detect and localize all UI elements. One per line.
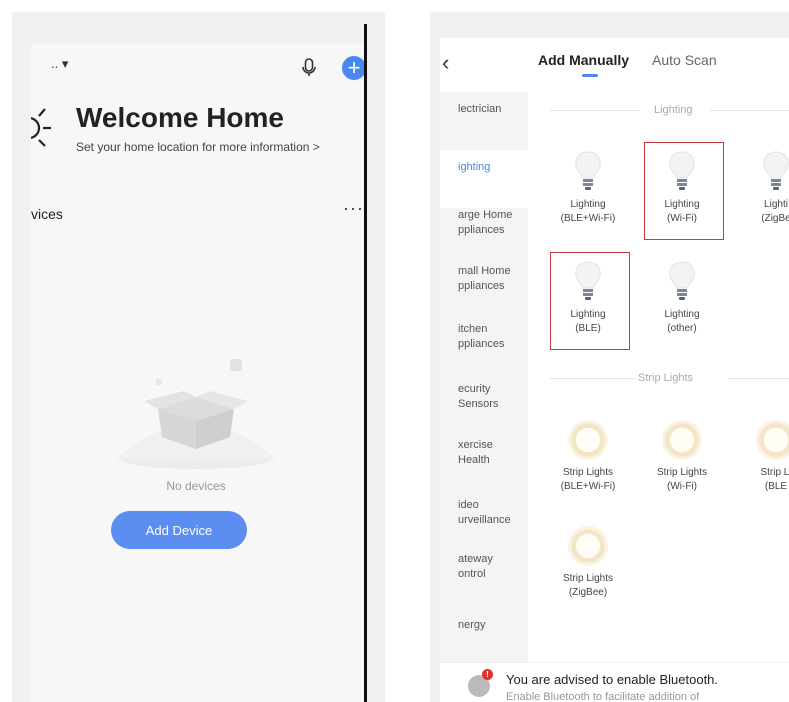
- microphone-icon[interactable]: [302, 58, 316, 78]
- device-type-lighting[interactable]: Lighting (BLE+Wi-Fi): [552, 150, 624, 226]
- section-title-lighting: Lighting: [654, 104, 693, 116]
- bluetooth-notice[interactable]: ! You are advised to enable Bluetooth. E…: [440, 662, 789, 702]
- tab-auto-scan[interactable]: Auto Scan: [652, 52, 717, 68]
- category-item[interactable]: lectrician: [458, 102, 528, 117]
- add-device-button[interactable]: Add Device: [111, 511, 247, 549]
- device-type-label: Lighting (BLE+Wi-Fi): [560, 199, 616, 224]
- light-bulb-icon: [669, 261, 695, 300]
- empty-box-illustration: [116, 359, 276, 469]
- strip-light-icon: [756, 420, 789, 460]
- home-location-link[interactable]: Set your home location for more informat…: [76, 140, 320, 154]
- more-options-icon[interactable]: ···: [343, 198, 364, 219]
- category-item[interactable]: arge Home ppliances: [458, 208, 528, 238]
- empty-state-text: No devices: [166, 479, 226, 493]
- device-type-strip-light[interactable]: Strip Li (BLE: [740, 420, 789, 494]
- add-plus-button[interactable]: +: [342, 56, 364, 80]
- strip-light-icon: [568, 526, 608, 566]
- sun-icon: [31, 104, 51, 147]
- category-item[interactable]: mall Home ppliances: [458, 264, 528, 294]
- bluetooth-notice-subtitle: Enable Bluetooth to facilitate addition …: [506, 691, 700, 702]
- page-title: Welcome Home: [76, 102, 284, 133]
- right-screenshot-panel: ‹ Add Manually Auto Scan lectrician ighti…: [430, 12, 789, 702]
- category-item[interactable]: nergy: [458, 618, 528, 633]
- category-item[interactable]: ateway ontrol: [458, 552, 528, 582]
- highlight-box: [550, 252, 630, 350]
- home-screen: .. ▾ + Welcome Home Set your home locati…: [31, 44, 364, 702]
- category-item[interactable]: itchen ppliances: [458, 322, 528, 352]
- bluetooth-notice-title: You are advised to enable Bluetooth.: [506, 672, 719, 687]
- divider: [728, 378, 789, 379]
- category-item[interactable]: ecurity Sensors: [458, 382, 528, 412]
- phone-edge-divider: [364, 24, 367, 702]
- divider: [550, 378, 635, 379]
- device-type-lighting[interactable]: Lighti (ZigBe: [740, 150, 789, 226]
- back-icon[interactable]: ‹: [442, 50, 449, 76]
- light-bulb-icon: [575, 151, 601, 190]
- device-type-lighting[interactable]: Lighting (other): [646, 260, 718, 336]
- alert-badge: !: [482, 669, 493, 680]
- left-screenshot-panel: .. ▾ + Welcome Home Set your home locati…: [12, 12, 385, 702]
- divider: [550, 110, 640, 111]
- device-type-label: Strip Lights (Wi-Fi): [656, 467, 708, 492]
- device-type-strip-light[interactable]: Strip Lights (BLE+Wi-Fi): [552, 420, 624, 494]
- device-type-label: Strip Lights (ZigBee): [562, 573, 614, 598]
- highlight-box: [644, 142, 724, 240]
- devices-section-label: vices: [31, 206, 63, 222]
- section-title-strip-lights: Strip Lights: [638, 372, 694, 384]
- device-type-label: Strip Li (BLE: [760, 467, 789, 492]
- tab-add-manually[interactable]: Add Manually: [538, 52, 629, 68]
- device-type-label: Lighting (other): [664, 309, 700, 334]
- device-type-label: Lighti (ZigBe: [761, 199, 789, 224]
- divider: [710, 110, 789, 111]
- active-tab-indicator: [582, 74, 598, 77]
- device-type-label: Strip Lights (BLE+Wi-Fi): [560, 467, 616, 492]
- device-type-strip-light[interactable]: Strip Lights (ZigBee): [552, 526, 624, 600]
- light-bulb-icon: [763, 151, 789, 190]
- category-item[interactable]: ighting: [458, 160, 528, 175]
- device-type-strip-light[interactable]: Strip Lights (Wi-Fi): [646, 420, 718, 494]
- home-selector[interactable]: .. ▾: [51, 56, 68, 72]
- category-item[interactable]: xercise Health: [458, 438, 528, 468]
- add-device-screen: ‹ Add Manually Auto Scan lectrician ighti…: [440, 38, 789, 702]
- strip-light-icon: [568, 420, 608, 460]
- active-category-background: [440, 150, 528, 208]
- category-item[interactable]: ideo urveillance: [458, 498, 528, 528]
- strip-light-icon: [662, 420, 702, 460]
